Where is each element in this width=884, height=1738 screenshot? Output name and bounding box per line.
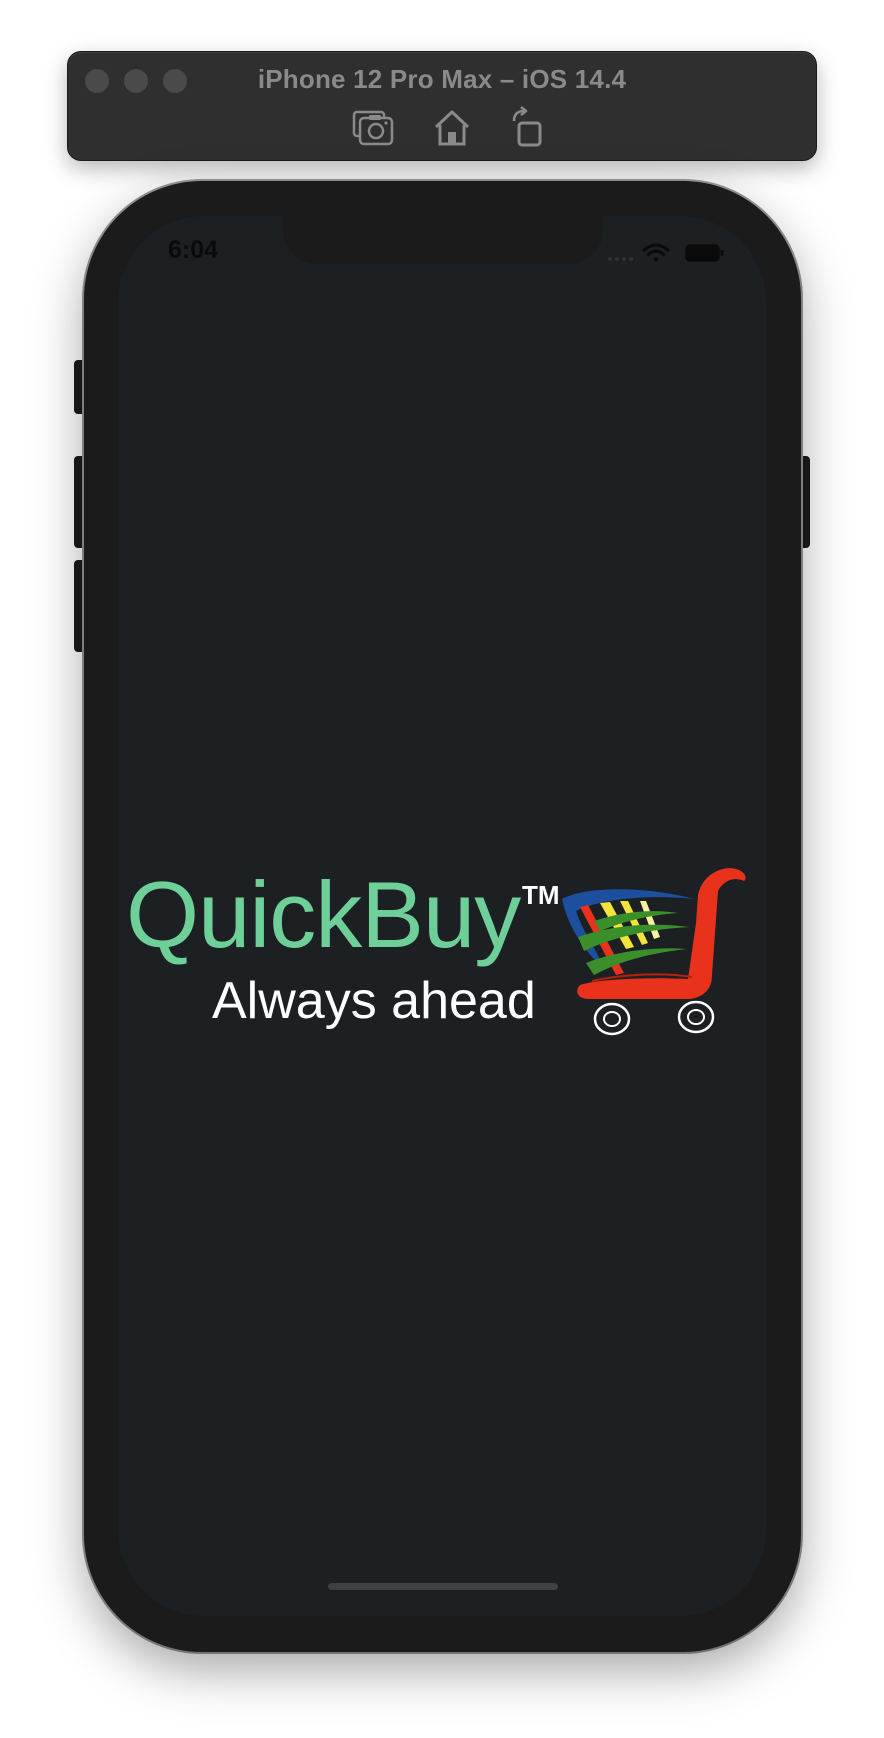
notch xyxy=(283,216,603,264)
home-icon[interactable] xyxy=(430,106,474,150)
rotate-icon[interactable] xyxy=(506,105,550,150)
simulator-window: iPhone 12 Pro Max – iOS 14.4 6:04 QuickB… xyxy=(0,0,884,1738)
battery-icon xyxy=(685,244,724,262)
simulator-title: iPhone 12 Pro Max – iOS 14.4 xyxy=(257,64,627,94)
trademark-label: TM xyxy=(522,880,560,910)
brand-name: QuickBuy xyxy=(126,862,521,967)
wifi-icon xyxy=(642,243,670,262)
cart-wheel-right xyxy=(677,1000,715,1034)
status-time: 6:04 xyxy=(168,236,219,264)
home-indicator[interactable] xyxy=(328,1583,558,1590)
brand-tagline: Always ahead xyxy=(212,972,536,1030)
cellular-signal-icon xyxy=(608,257,633,261)
shopping-cart-icon xyxy=(562,868,746,1036)
camera-icon[interactable] xyxy=(352,106,396,150)
cart-wheel-left xyxy=(593,1002,631,1036)
